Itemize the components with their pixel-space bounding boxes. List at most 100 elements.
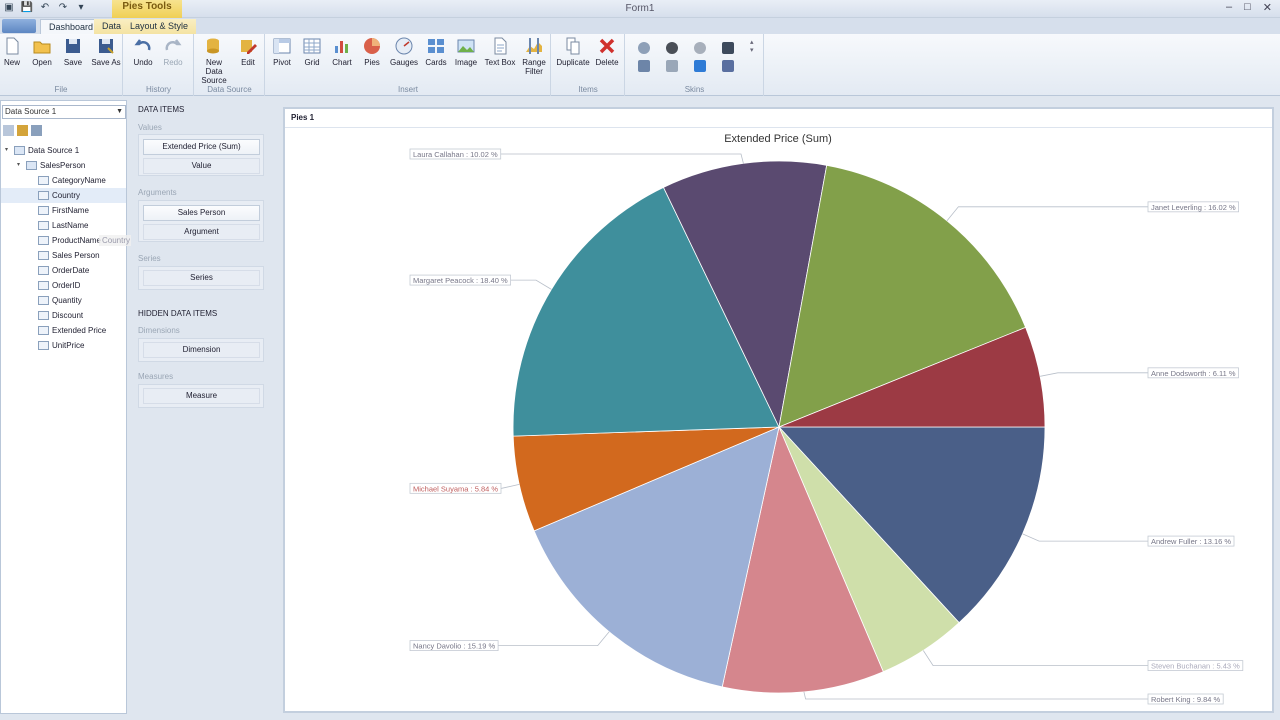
data-items-title: DATA ITEMS [138,105,185,114]
tree-item-orderid[interactable]: OrderID [1,278,126,293]
group-insert: Pivot Grid Chart Pies Gauges Cards Image [266,34,551,96]
undo-button[interactable]: Undo [132,36,154,67]
slice-label-leader [495,153,744,164]
minimize-button[interactable]: – [1226,1,1232,14]
window-title: Form1 [625,3,655,14]
skin-swatch-8[interactable] [722,60,734,72]
slice-label-leader [922,650,1148,666]
tree-item-label: Quantity [52,296,82,305]
tree-item-discount[interactable]: Discount [1,308,126,323]
sort-icon[interactable] [17,125,28,136]
redo-button[interactable]: Redo [162,36,184,67]
arguments-slot: Sales Person Argument [138,200,264,242]
range-filter-label: Range Filter [522,58,546,76]
new-document-icon [6,37,19,55]
tree-item-sales-person[interactable]: Sales Person [1,248,126,263]
skin-swatch-5[interactable] [638,60,650,72]
tree-item-salesperson[interactable]: ▾ SalesPerson [1,158,126,173]
save-as-button[interactable]: Save As [90,36,122,67]
new-button[interactable]: New [2,36,22,67]
tree-item-firstname[interactable]: FirstName [1,203,126,218]
duplicate-label: Duplicate [556,58,590,67]
tab-dashboard[interactable]: Dashboard [40,19,103,34]
skin-swatch-6[interactable] [666,60,678,72]
tab-layout-style[interactable]: Layout & Style [122,19,197,34]
arguments-placeholder[interactable]: Argument [143,224,260,240]
collapse-all-icon[interactable] [3,125,14,136]
delete-button[interactable]: Delete [594,36,620,67]
pie-icon [364,38,380,54]
tree-item-label: Country [52,191,81,200]
close-button[interactable]: ✕ [1263,1,1272,14]
skins-scroll-icon[interactable]: ▴ ▾ [750,38,754,54]
application-button[interactable] [2,19,36,33]
drag-ghost: Country [99,235,134,246]
grid-label: Grid [304,58,320,67]
group-items: Duplicate Delete Items [552,34,625,96]
tree-item-orderdate[interactable]: OrderDate [1,263,126,278]
skin-swatch-2[interactable] [666,42,678,54]
dashboard-item-pies[interactable]: Pies 1 Extended Price (Sum) Andrew Fulle… [283,107,1274,713]
edit-data-source-button[interactable]: Edit [237,36,259,67]
slice-label: Robert King : 9.84 % [1151,695,1221,704]
values-label: Values [138,123,162,132]
skin-swatch-1[interactable] [638,42,650,54]
insert-pivot-button[interactable]: Pivot [270,36,294,67]
group-label-items: Items [578,85,598,94]
tree-item-extended-price[interactable]: Extended Price [1,323,126,338]
values-placeholder[interactable]: Value [143,158,260,174]
insert-gauges-button[interactable]: Gauges [390,36,418,67]
text-box-label: Text Box [484,58,516,67]
gauges-label: Gauges [390,58,419,67]
tree-item-categoryname[interactable]: CategoryName [1,173,126,188]
insert-cards-button[interactable]: Cards [424,36,448,67]
slice-label-leader [495,631,610,646]
new-data-source-button[interactable]: New Data Source [197,36,231,85]
insert-grid-button[interactable]: Grid [300,36,324,67]
text-field-icon [38,251,49,260]
delete-icon [599,38,615,54]
cards-label: Cards [425,58,447,67]
series-placeholder[interactable]: Series [143,270,260,286]
tree-item-label: Extended Price [52,326,107,335]
tree-item-label: FirstName [52,206,89,215]
cards-icon [428,39,444,53]
maximize-button[interactable]: □ [1244,1,1251,14]
skin-swatch-3[interactable] [694,42,706,54]
tree-item-country[interactable]: Country [1,188,126,203]
expand-toggle-icon[interactable]: ▾ [5,143,8,158]
open-button[interactable]: Open [30,36,54,67]
group-label-file: File [54,85,68,94]
image-label: Image [454,58,478,67]
data-items-panel: DATA ITEMS Values Extended Price (Sum) V… [131,100,271,714]
chevron-down-icon: ▼ [116,108,123,115]
data-source-selector[interactable]: Data Source 1 ▼ [2,105,126,119]
duplicate-button[interactable]: Duplicate [556,36,590,67]
insert-pies-button[interactable]: Pies [360,36,384,67]
pies-label: Pies [364,58,380,67]
dimensions-placeholder[interactable]: Dimension [143,342,260,358]
grid-icon [303,38,321,54]
tree-item-unitprice[interactable]: UnitPrice [1,338,126,353]
group-label-history: History [146,85,171,94]
expand-toggle-icon[interactable]: ▾ [17,158,20,173]
save-button[interactable]: Save [61,36,85,67]
series-slot: Series [138,266,264,290]
ribbon: New Open Save Save As File Undo Redo His… [0,34,1280,96]
chart-icon [335,41,348,53]
insert-image-button[interactable]: Image [454,36,478,67]
tree-item-quantity[interactable]: Quantity [1,293,126,308]
group-fields-icon[interactable] [31,125,42,136]
measures-placeholder[interactable]: Measure [143,388,260,404]
insert-text-box-button[interactable]: Text Box [484,36,516,67]
skin-swatch-4[interactable] [722,42,734,54]
skin-swatch-7[interactable] [694,60,706,72]
arguments-item-button[interactable]: Sales Person [143,205,260,221]
data-source-panel: Data Source 1 ▼ ▾ Data Source 1 ▾ SalesPers… [0,100,134,714]
tree-item-lastname[interactable]: LastName [1,218,126,233]
save-label: Save [63,58,83,67]
insert-chart-button[interactable]: Chart [330,36,354,67]
tree-item-data-source-1[interactable]: ▾ Data Source 1 [1,143,126,158]
values-item-button[interactable]: Extended Price (Sum) [143,139,260,155]
insert-range-filter-button[interactable]: Range Filter [520,36,548,76]
